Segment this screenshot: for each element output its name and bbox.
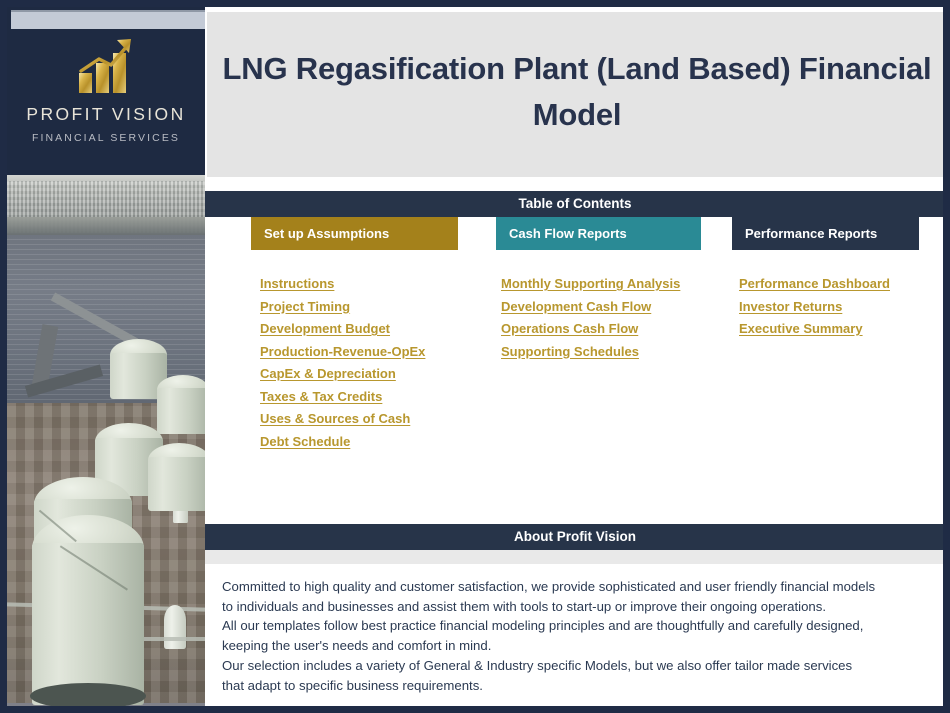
slide-page: PROFIT VISION FINANCIAL SERVICES LNG Reg…: [0, 0, 950, 713]
toc-link-production-revenue-opex[interactable]: Production-Revenue-OpEx: [260, 341, 475, 364]
toc-link-investor-returns[interactable]: Investor Returns: [739, 296, 943, 319]
about-spacer-strip: [205, 550, 943, 564]
logo-top-strip: [11, 10, 205, 29]
category-header-cash-flow-reports: Cash Flow Reports: [496, 217, 701, 250]
gold-bar-chart-arrow-icon: [7, 35, 205, 97]
toc-link-monthly-supporting-analysis[interactable]: Monthly Supporting Analysis: [501, 273, 716, 296]
toc-link-supporting-schedules[interactable]: Supporting Schedules: [501, 341, 716, 364]
link-column-setup-assumptions: Instructions Project Timing Development …: [260, 273, 475, 453]
photo-main-tank-body: [32, 543, 144, 705]
photo-pipe-run: [137, 637, 205, 641]
brand-tagline: FINANCIAL SERVICES: [31, 132, 181, 144]
link-column-cash-flow-reports: Monthly Supporting Analysis Development …: [501, 273, 716, 363]
toc-link-debt-schedule[interactable]: Debt Schedule: [260, 431, 475, 454]
photo-tank-body: [157, 388, 205, 434]
toc-link-instructions[interactable]: Instructions: [260, 273, 475, 296]
about-paragraph: Committed to high quality and customer s…: [222, 579, 876, 693]
table-of-contents-body: Set up Assumptions Cash Flow Reports Per…: [205, 217, 943, 523]
brand-name: PROFIT VISION: [26, 104, 186, 124]
category-header-performance-reports: Performance Reports: [732, 217, 919, 250]
category-header-setup-assumptions: Set up Assumptions: [251, 217, 458, 250]
table-of-contents-bar: Table of Contents: [205, 191, 943, 217]
brand-logo-block: PROFIT VISION FINANCIAL SERVICES: [7, 7, 205, 175]
left-panel: PROFIT VISION FINANCIAL SERVICES: [7, 7, 205, 706]
toc-link-development-cash-flow[interactable]: Development Cash Flow: [501, 296, 716, 319]
title-panel: LNG Regasification Plant (Land Based) Fi…: [205, 12, 943, 177]
toc-link-uses-sources-of-cash[interactable]: Uses & Sources of Cash: [260, 408, 475, 431]
photo-main-tank-base: [30, 683, 146, 706]
toc-link-capex-depreciation[interactable]: CapEx & Depreciation: [260, 363, 475, 386]
toc-link-executive-summary[interactable]: Executive Summary: [739, 318, 943, 341]
lng-terminal-photo: [7, 175, 205, 706]
toc-link-project-timing[interactable]: Project Timing: [260, 296, 475, 319]
photo-bullet-vessel: [164, 605, 186, 649]
photo-tank-body: [148, 457, 205, 511]
about-profit-vision-body: Committed to high quality and customer s…: [205, 564, 943, 706]
page-title: LNG Regasification Plant (Land Based) Fi…: [222, 51, 932, 132]
toc-link-development-budget[interactable]: Development Budget: [260, 318, 475, 341]
toc-link-taxes-tax-credits[interactable]: Taxes & Tax Credits: [260, 386, 475, 409]
about-profit-vision-bar: About Profit Vision: [205, 524, 943, 550]
toc-link-performance-dashboard[interactable]: Performance Dashboard: [739, 273, 943, 296]
toc-link-operations-cash-flow[interactable]: Operations Cash Flow: [501, 318, 716, 341]
link-column-performance-reports: Performance Dashboard Investor Returns E…: [739, 273, 943, 341]
